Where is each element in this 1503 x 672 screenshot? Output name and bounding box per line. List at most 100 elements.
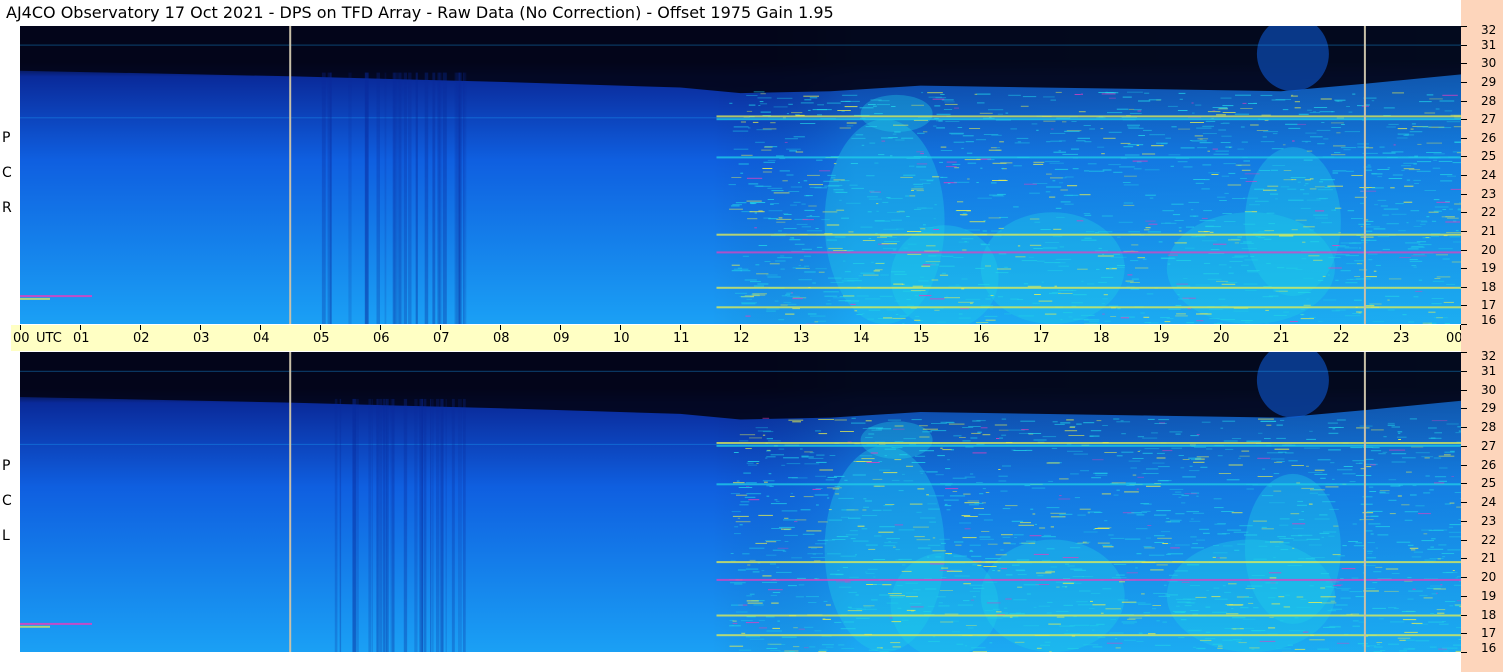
rcp-speckle <box>919 227 934 229</box>
rcp-vertical-stripe <box>396 72 400 324</box>
lcp-speckle <box>1442 621 1446 622</box>
rcp-speckle <box>1228 172 1236 174</box>
rcp-speckle <box>1270 189 1275 191</box>
lcp-speckle <box>1391 453 1407 455</box>
lcp-speckle <box>781 510 798 512</box>
lcp-speckle <box>1111 482 1126 484</box>
rcp-speckle <box>1373 228 1386 230</box>
rcp-speckle <box>790 186 802 188</box>
lcp-speckle <box>1192 543 1198 545</box>
rcp-speckle <box>1145 227 1151 229</box>
lcp-emission-blob-5 <box>1244 473 1341 624</box>
lcp-speckle <box>1375 566 1383 568</box>
rcp-freq-label: 27 <box>1481 112 1497 127</box>
rcp-speckle <box>790 204 797 206</box>
rcp-speckle <box>1098 247 1102 249</box>
lcp-speckle <box>1225 448 1234 450</box>
rcp-speckle <box>798 279 812 281</box>
lcp-speckle <box>1334 426 1342 428</box>
lcp-speckle <box>1016 570 1026 572</box>
rcp-speckle <box>1328 257 1341 259</box>
rcp-speckle <box>1127 91 1143 93</box>
lcp-speckle <box>849 576 859 578</box>
rcp-speckle <box>1109 268 1112 269</box>
rcp-speckle <box>824 295 838 297</box>
lcp-speckle <box>1067 565 1075 567</box>
lcp-speckle <box>745 636 760 638</box>
rcp-speckle <box>1413 225 1422 227</box>
rcp-speckle <box>1179 98 1183 100</box>
rcp-speckle <box>1413 179 1421 181</box>
lcp-speckle <box>783 457 799 459</box>
rcp-speckle <box>1197 147 1208 149</box>
rcp-speckle <box>1223 163 1236 165</box>
rcp-speckle <box>778 217 783 219</box>
rcp-speckle <box>1328 267 1342 269</box>
rcp-speckle <box>1212 148 1218 150</box>
lcp-speckle <box>1147 525 1152 526</box>
lcp-speckle <box>1136 514 1145 516</box>
rcp-speckle <box>786 148 801 150</box>
rcp-speckle <box>1016 137 1029 139</box>
rcp-speckle <box>1027 285 1042 287</box>
lcp-speckle <box>927 544 941 546</box>
lcp-speckle <box>959 437 966 438</box>
rcp-speckle <box>1151 145 1164 147</box>
rcp-speckle <box>955 284 960 286</box>
lcp-speckle <box>898 490 904 492</box>
rcp-speckle <box>1267 185 1279 187</box>
rcp-speckle <box>1433 210 1442 212</box>
rcp-speckle <box>1453 241 1461 243</box>
lcp-speckle <box>865 573 875 574</box>
rcp-speckle <box>773 192 790 194</box>
lcp-speckle <box>932 636 936 638</box>
rcp-speckle <box>903 174 916 176</box>
rcp-speckle <box>1046 173 1052 175</box>
rcp-speckle <box>1434 278 1441 279</box>
lcp-freq-tick <box>1461 558 1467 560</box>
lcp-speckle <box>749 547 765 549</box>
lcp-speckle <box>940 447 943 449</box>
rcp-speckle <box>1029 218 1040 220</box>
lcp-speckle <box>1020 522 1031 524</box>
lcp-speckle <box>815 430 822 432</box>
lcp-freq-label: 19 <box>1481 588 1497 603</box>
lcp-speckle <box>1157 466 1170 468</box>
lcp-speckle <box>1113 418 1120 420</box>
rcp-speckle <box>985 298 991 300</box>
lcp-speckle <box>770 503 787 505</box>
rcp-freq-tick <box>1461 212 1467 214</box>
rcp-speckle <box>1330 154 1346 156</box>
rcp-speckle <box>1452 162 1461 164</box>
rcp-speckle <box>1235 164 1251 166</box>
rcp-speckle <box>1133 168 1142 170</box>
lcp-speckle <box>979 493 984 495</box>
lcp-speckle <box>1055 581 1072 583</box>
rcp-speckle <box>1004 266 1008 268</box>
rcp-speckle <box>1399 257 1411 259</box>
lcp-speckle <box>969 544 981 546</box>
lcp-speckle <box>1116 455 1123 457</box>
rcp-speckle <box>1084 214 1092 216</box>
rcp-speckle <box>1413 266 1417 268</box>
lcp-speckle <box>1188 457 1202 459</box>
lcp-speckle <box>954 541 964 543</box>
rcp-speckle <box>1288 199 1304 201</box>
rcp-speckle <box>943 109 953 110</box>
lcp-speckle <box>1266 424 1272 426</box>
rcp-speckle <box>998 253 1007 255</box>
rcp-vertical-stripe <box>442 72 447 324</box>
rcp-speckle <box>1440 174 1453 176</box>
lcp-freq-label: 20 <box>1481 570 1497 584</box>
rcp-speckle <box>848 231 854 233</box>
lcp-speckle <box>1097 636 1106 638</box>
rcp-speckle <box>808 205 817 207</box>
rcp-speckle <box>961 147 964 149</box>
lcp-speckle <box>1366 557 1377 559</box>
lcp-speckle <box>1172 493 1184 495</box>
rcp-speckle <box>1221 305 1228 307</box>
hour-tick <box>1040 325 1041 330</box>
lcp-speckle <box>982 434 991 436</box>
rcp-speckle <box>798 265 801 267</box>
rcp-speckle <box>759 101 764 103</box>
